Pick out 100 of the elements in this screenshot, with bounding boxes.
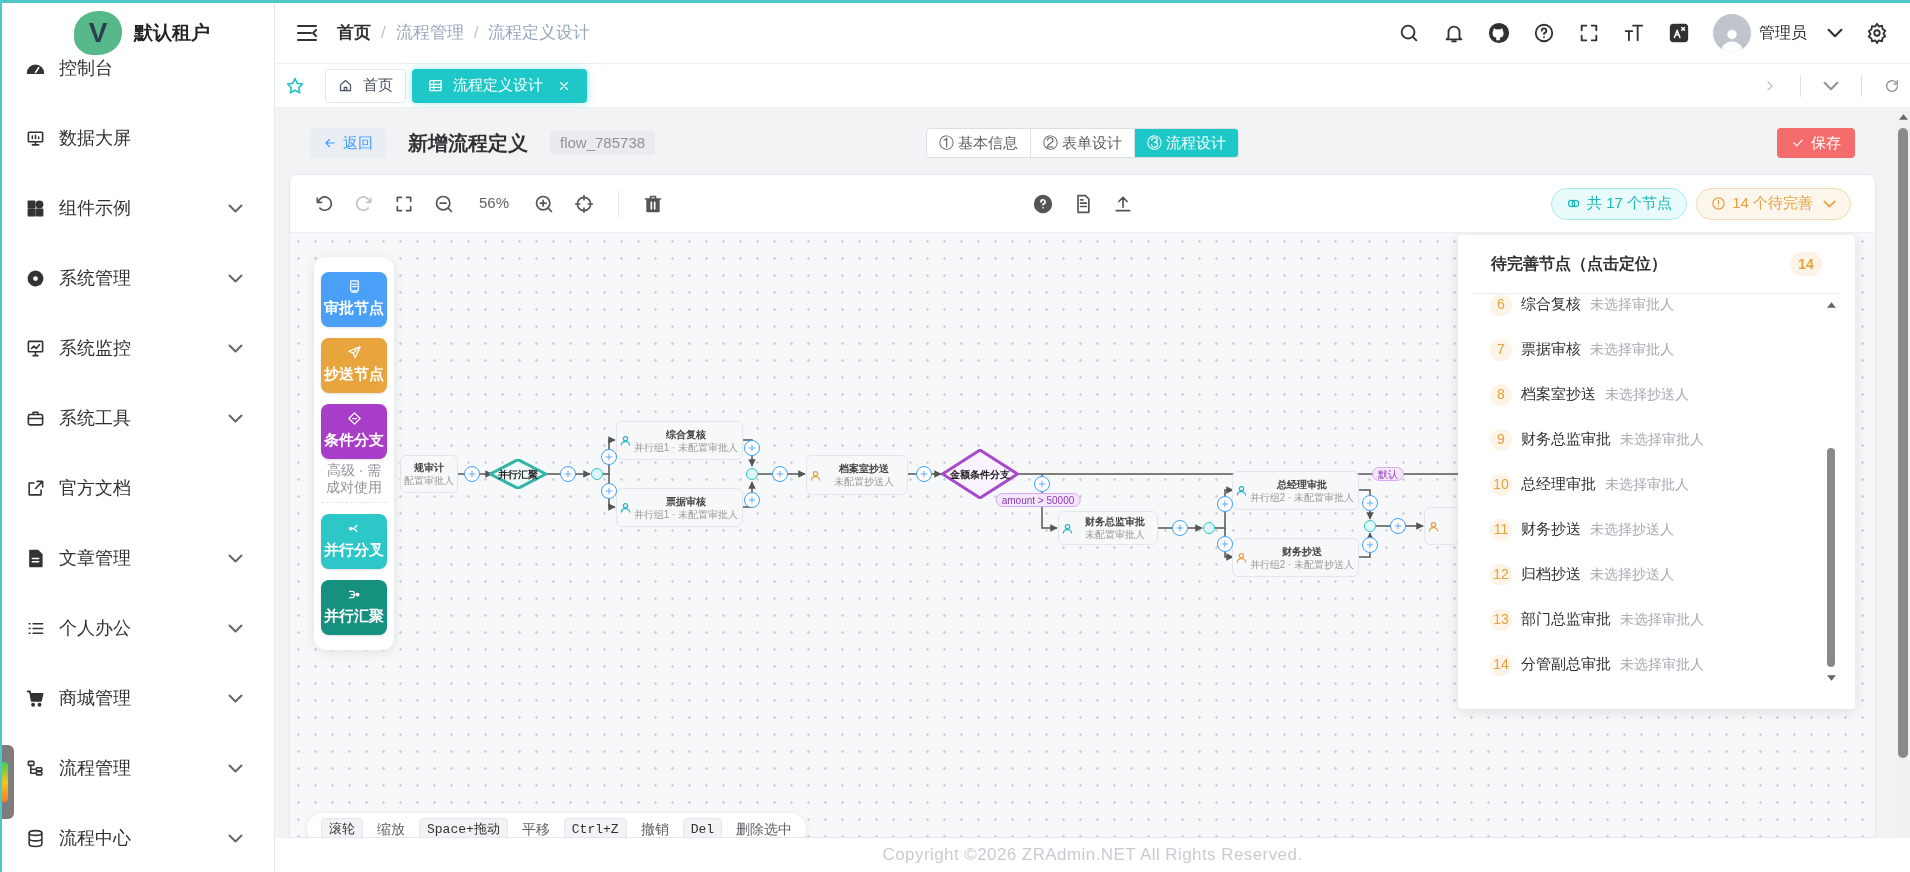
refresh-button[interactable]: [1884, 77, 1900, 94]
search-button[interactable]: [1398, 22, 1420, 44]
settings-icon: [26, 268, 45, 288]
page-scrollbar[interactable]: [1896, 108, 1910, 838]
help-icon: [1533, 22, 1555, 44]
flow-node[interactable]: 财务抄送 并行组2 · 未配置抄送人: [1232, 538, 1359, 577]
step-tab[interactable]: ① 基本信息: [926, 129, 1030, 157]
sidebar-item[interactable]: 商城管理: [15, 663, 274, 733]
page-tab[interactable]: 首页: [325, 68, 406, 103]
undo-button[interactable]: [314, 193, 334, 214]
cat-logo-button[interactable]: [1488, 22, 1510, 44]
floating-handle[interactable]: [2, 745, 14, 819]
pending-item[interactable]: 6 综合复核 未选择审批人: [1458, 294, 1855, 327]
locate-button[interactable]: [574, 193, 594, 214]
chevron-down-icon: [1823, 80, 1839, 91]
sidebar-item[interactable]: 数据大屏: [15, 103, 274, 173]
zoom-out-icon: [434, 193, 454, 214]
sidebar-item[interactable]: 流程中心: [15, 803, 274, 872]
sidebar-item[interactable]: 系统工具: [15, 383, 274, 453]
flow-node[interactable]: 档案室抄送 未配置抄送人: [806, 455, 908, 495]
flow-node[interactable]: 财务总监审批 未配置审批人: [1058, 511, 1158, 545]
sidebar-item[interactable]: 文章管理: [15, 523, 274, 593]
pending-item[interactable]: 10 总经理审批 未选择审批人: [1458, 462, 1855, 507]
scrollbar-thumb[interactable]: [1827, 448, 1835, 667]
plus-icon: [1393, 521, 1403, 531]
sidebar-item[interactable]: 系统监控: [15, 313, 274, 383]
add-node-button[interactable]: [744, 440, 760, 456]
zoom-in-button[interactable]: [534, 193, 554, 214]
zoom-out-button[interactable]: [434, 193, 454, 214]
add-node-button[interactable]: [916, 466, 932, 482]
font-size-button[interactable]: [1623, 22, 1645, 44]
flow-node[interactable]: 总经理审批 并行组2 · 未配置审批人: [1232, 471, 1359, 510]
condition-label: 默认: [1372, 467, 1404, 481]
add-node-button[interactable]: [1362, 537, 1378, 553]
pending-item[interactable]: 9 财务总监审批 未选择审批人: [1458, 417, 1855, 462]
sidebar-item[interactable]: 组件示例: [15, 173, 274, 243]
node-title: 总经理审批: [1277, 477, 1327, 491]
sidebar-item[interactable]: 个人办公: [15, 593, 274, 663]
pending-item[interactable]: 14 分管副总审批 未选择审批人: [1458, 642, 1855, 687]
add-node-button[interactable]: [464, 466, 480, 482]
cc-icon: [346, 345, 362, 361]
redo-icon: [354, 193, 374, 214]
add-node-button[interactable]: [1172, 520, 1188, 536]
add-node-button[interactable]: [560, 466, 576, 482]
tab-menu-button[interactable]: [1823, 80, 1839, 91]
breadcrumb-item: 流程定义设计: [488, 22, 591, 45]
sidebar-item[interactable]: 系统管理: [15, 243, 274, 313]
flow-node[interactable]: 规审计 配置审批人: [400, 455, 458, 493]
item-number: 13: [1490, 608, 1512, 631]
palette-item[interactable]: 条件分支: [321, 404, 387, 459]
plus-icon: [747, 443, 757, 453]
plus-icon: [919, 469, 929, 479]
add-node-button[interactable]: [601, 483, 617, 499]
help-button[interactable]: [1533, 22, 1555, 44]
plus-icon: [563, 469, 573, 479]
tree-icon: [26, 758, 45, 778]
plus-icon: [1037, 479, 1047, 489]
shortcut-key: Del: [682, 818, 723, 837]
translate-button[interactable]: [1668, 22, 1690, 44]
add-node-button[interactable]: [744, 492, 760, 508]
user-name[interactable]: 管理员: [1759, 21, 1807, 45]
pending-item[interactable]: 11 财务抄送 未选择抄送人: [1458, 507, 1855, 552]
avatar[interactable]: [1713, 14, 1751, 52]
redo-button[interactable]: [354, 193, 374, 214]
pending-item[interactable]: 7 票据审核 未选择审批人: [1458, 327, 1855, 372]
help-icon: [1032, 193, 1053, 214]
pending-item[interactable]: 12 归档抄送 未选择抄送人: [1458, 552, 1855, 597]
flow-node[interactable]: [1424, 507, 1459, 545]
add-node-button[interactable]: [1390, 518, 1406, 534]
item-number: 9: [1490, 428, 1512, 451]
sidebar-item[interactable]: 流程管理: [15, 733, 274, 803]
item-hint: 未选择抄送人: [1590, 565, 1674, 584]
fullscreen-button[interactable]: [1578, 22, 1600, 44]
add-node-button[interactable]: [772, 466, 788, 482]
plus-icon: [747, 495, 757, 505]
sidebar-item[interactable]: 官方文档: [15, 453, 274, 523]
plus-icon: [775, 469, 785, 479]
add-node-button[interactable]: [601, 449, 617, 465]
add-node-button[interactable]: [1362, 495, 1378, 511]
delete-button[interactable]: [643, 193, 663, 214]
flow-node[interactable]: 综合复核 并行组1 · 未配置审批人: [616, 421, 743, 460]
palette-item[interactable]: 并行汇聚: [321, 580, 387, 635]
scrollbar-thumb[interactable]: [1898, 128, 1908, 758]
item-hint: 未选择抄送人: [1590, 520, 1674, 539]
pending-item[interactable]: 8 档案室抄送 未选择抄送人: [1458, 372, 1855, 417]
flow-node[interactable]: 票据审核 并行组1 · 未配置审批人: [616, 488, 743, 527]
settings-button[interactable]: [1866, 22, 1888, 44]
add-node-button[interactable]: [1217, 536, 1233, 552]
help-button[interactable]: [1032, 193, 1053, 214]
document-icon: [26, 548, 45, 568]
home-icon: [338, 78, 353, 93]
favorite-button[interactable]: [285, 75, 305, 96]
breadcrumb-item[interactable]: 首页: [337, 20, 371, 46]
add-node-button[interactable]: [1034, 476, 1050, 492]
cat-logo-icon: [1488, 22, 1510, 44]
add-node-button[interactable]: [1217, 496, 1233, 512]
gateway-node[interactable]: [489, 459, 547, 489]
pending-item[interactable]: 13 部门总监审批 未选择审批人: [1458, 597, 1855, 642]
logo: V: [74, 11, 122, 55]
person-icon: [810, 469, 821, 481]
